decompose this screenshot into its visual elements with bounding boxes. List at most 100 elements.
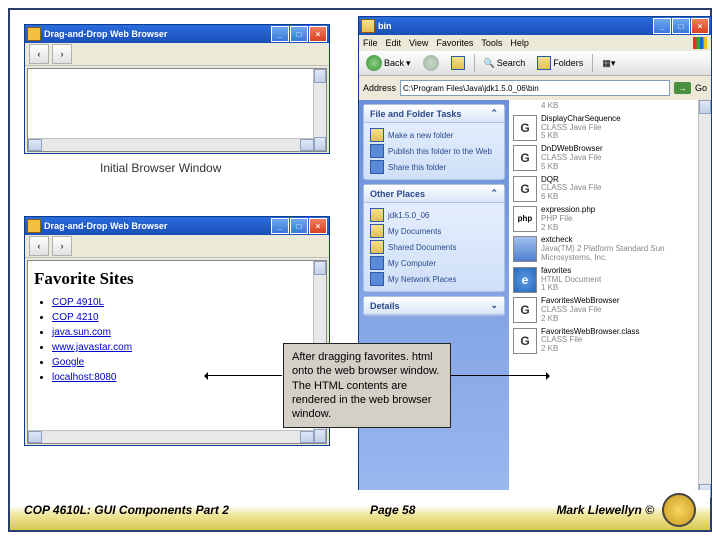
ucf-logo [662,493,696,527]
explorer-titlebar: bin _ □ × [359,17,711,35]
place-item[interactable]: My Computer [370,255,498,271]
browser-content[interactable]: Favorite Sites COP 4910L COP 4210 java.s… [27,260,327,444]
file-item[interactable]: 4 KB [509,100,711,113]
minimize-button[interactable]: _ [271,26,289,42]
menu-edit[interactable]: Edit [386,38,402,48]
folder-title: bin [378,21,392,31]
file-item[interactable]: efavoritesHTML Document1 KB [509,265,711,295]
menu-tools[interactable]: Tools [481,38,502,48]
toolbar: ‹ › [25,43,329,66]
html-file-icon: e [513,267,537,293]
maximize-button[interactable]: □ [672,18,690,34]
slide-footer: COP 4610L: GUI Components Part 2 Page 58… [10,490,710,530]
footer-left: COP 4610L: GUI Components Part 2 [24,503,229,517]
menu-view[interactable]: View [409,38,428,48]
exe-file-icon [513,236,537,262]
address-input[interactable] [400,80,670,96]
back-button[interactable]: Back ▾ [363,54,414,72]
back-button[interactable]: ‹ [29,44,49,64]
file-item[interactable]: phpexpression.phpPHP File2 KB [509,204,711,234]
favorites-heading: Favorite Sites [34,269,320,289]
window-title: Drag-and-Drop Web Browser [44,29,167,39]
callout-text: After dragging favorites. html onto the … [292,351,439,420]
expand-icon[interactable]: ⌄ [490,300,498,311]
file-item[interactable]: GDisplayCharSequenceCLASS Java File5 KB [509,113,711,143]
favorite-link[interactable]: www.javastar.com [52,342,132,353]
maximize-button[interactable]: □ [290,218,308,234]
maximize-button[interactable]: □ [290,26,308,42]
php-file-icon: php [513,206,537,232]
class-file-icon: G [513,145,537,171]
collapse-icon[interactable]: ⌃ [490,188,498,199]
go-button[interactable]: → [674,82,691,94]
file-item[interactable]: GDnDWebBrowserCLASS Java File5 KB [509,143,711,173]
favorite-link[interactable]: Google [52,357,84,368]
java-icon [27,27,41,41]
class-file-icon: G [513,328,537,354]
class-file-icon: G [513,297,537,323]
minimize-button[interactable]: _ [653,18,671,34]
java-icon [27,219,41,233]
other-places-panel: Other Places ⌃ jdk1.5.0_06 My Documents S… [363,184,505,292]
task-item[interactable]: Publish this folder to the Web [370,143,498,159]
menu-bar: File Edit View Favorites Tools Help [359,35,711,51]
file-item[interactable]: GDQRCLASS Java File6 KB [509,174,711,204]
folders-button[interactable]: Folders [534,55,586,71]
up-button[interactable] [448,55,468,71]
file-tasks-panel: File and Folder Tasks ⌃ Make a new folder… [363,104,505,180]
toolbar: ‹ › [25,235,329,258]
close-button[interactable]: × [691,18,709,34]
tasks-pane: File and Folder Tasks ⌃ Make a new folder… [359,100,509,498]
back-button[interactable]: ‹ [29,236,49,256]
favorite-link[interactable]: localhost:8080 [52,372,117,383]
collapse-icon[interactable]: ⌃ [490,108,498,119]
menu-favorites[interactable]: Favorites [436,38,473,48]
window-title: Drag-and-Drop Web Browser [44,221,167,231]
menu-file[interactable]: File [363,38,378,48]
file-item[interactable]: extcheckJava(TM) 2 Platform Standard Sun… [509,234,711,264]
file-item[interactable]: GFavoritesWebBrowser.classCLASS File2 KB [509,326,711,356]
vertical-scrollbar[interactable] [313,69,326,151]
close-button[interactable]: × [309,218,327,234]
file-item[interactable]: GFavoritesWebBrowserCLASS Java File2 KB [509,295,711,325]
favorite-link[interactable]: COP 4910L [52,297,104,308]
arrow-right [442,375,548,376]
place-item[interactable]: My Documents [370,223,498,239]
titlebar: Drag-and-Drop Web Browser _ □ × [25,25,329,43]
place-item[interactable]: My Network Places [370,271,498,287]
address-label: Address [363,83,396,93]
place-item[interactable]: Shared Documents [370,239,498,255]
initial-browser-window: Drag-and-Drop Web Browser _ □ × ‹ › [24,24,330,154]
forward-button[interactable]: › [52,44,72,64]
class-file-icon: G [513,176,537,202]
horizontal-scrollbar[interactable] [28,430,314,443]
menu-help[interactable]: Help [510,38,529,48]
details-panel: Details⌄ [363,296,505,316]
forward-button[interactable]: › [52,236,72,256]
footer-center: Page 58 [370,503,415,517]
favorite-link[interactable]: COP 4210 [52,312,99,323]
browser-content[interactable] [27,68,327,152]
views-button[interactable]: ▦▾ [599,57,618,70]
close-button[interactable]: × [309,26,327,42]
favorite-link[interactable]: java.sun.com [52,327,111,338]
footer-right: Mark Llewellyn © [556,503,654,517]
titlebar: Drag-and-Drop Web Browser _ □ × [25,217,329,235]
task-item[interactable]: Share this folder [370,159,498,175]
explorer-toolbar: Back ▾ 🔍 Search Folders ▦▾ [359,51,711,76]
panel-title: File and Folder Tasks [370,109,461,119]
forward-button[interactable] [420,54,442,72]
horizontal-scrollbar[interactable] [28,138,314,151]
initial-caption: Initial Browser Window [100,161,221,175]
file-list[interactable]: 4 KB GDisplayCharSequenceCLASS Java File… [509,100,711,498]
arrow-left [206,375,282,376]
task-item[interactable]: Make a new folder [370,127,498,143]
folder-icon [361,19,375,33]
minimize-button[interactable]: _ [271,218,289,234]
panel-title: Other Places [370,189,425,199]
favorites-list: COP 4910L COP 4210 java.sun.com www.java… [34,295,320,385]
vertical-scrollbar[interactable] [698,100,711,498]
callout-box: After dragging favorites. html onto the … [283,343,451,428]
place-item[interactable]: jdk1.5.0_06 [370,207,498,223]
search-button[interactable]: 🔍 Search [481,57,529,70]
